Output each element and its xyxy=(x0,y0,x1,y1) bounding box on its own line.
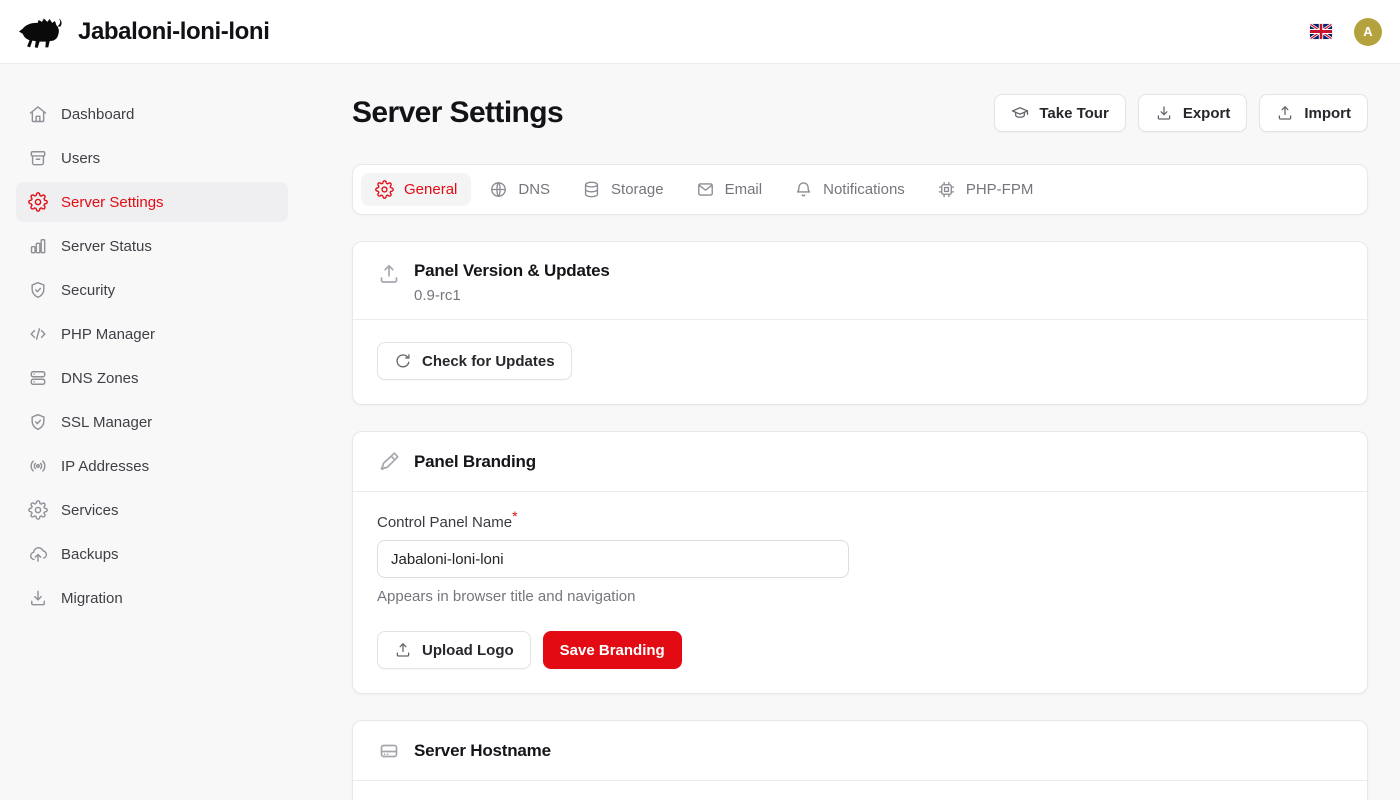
tab-label: General xyxy=(404,181,457,198)
sidebar-item-label: IP Addresses xyxy=(61,458,149,475)
shield-check-icon xyxy=(28,412,48,432)
upload-logo-label: Upload Logo xyxy=(422,642,514,659)
sidebar-item-server-settings[interactable]: Server Settings xyxy=(16,182,288,222)
button-label: Import xyxy=(1304,105,1351,122)
sidebar-item-label: Users xyxy=(61,150,100,167)
cloud-upload-icon xyxy=(28,544,48,564)
download-icon xyxy=(1155,104,1173,122)
hard-drive-icon xyxy=(377,739,401,763)
page-title: Server Settings xyxy=(352,96,563,130)
tab-dns[interactable]: DNS xyxy=(475,173,564,206)
sidebar-item-label: Dashboard xyxy=(61,106,134,123)
check-for-updates-button[interactable]: Check for Updates xyxy=(377,342,572,380)
tab-label: Storage xyxy=(611,181,664,198)
button-label: Take Tour xyxy=(1039,105,1108,122)
card-title: Panel Version & Updates xyxy=(414,261,610,281)
tab-label: Email xyxy=(725,181,763,198)
sidebar-item-migration[interactable]: Migration xyxy=(16,578,288,618)
tab-label: PHP-FPM xyxy=(966,181,1034,198)
check-for-updates-label: Check for Updates xyxy=(422,353,555,370)
control-panel-name-input[interactable] xyxy=(377,540,849,578)
main-content: Server Settings Take Tour Export Import Ge… xyxy=(304,64,1400,800)
upload-icon xyxy=(377,262,401,286)
sidebar-item-ip-addresses[interactable]: IP Addresses xyxy=(16,446,288,486)
sidebar-item-label: Server Status xyxy=(61,238,152,255)
server-stack-icon xyxy=(28,368,48,388)
sidebar-item-server-status[interactable]: Server Status xyxy=(16,226,288,266)
tab-php-fpm[interactable]: PHP-FPM xyxy=(923,173,1048,206)
required-asterisk: * xyxy=(512,508,517,524)
upload-logo-button[interactable]: Upload Logo xyxy=(377,631,531,669)
sidebar-item-services[interactable]: Services xyxy=(16,490,288,530)
export-button[interactable]: Export xyxy=(1138,94,1248,132)
sidebar-item-label: Migration xyxy=(61,590,123,607)
tab-label: DNS xyxy=(518,181,550,198)
card-title: Panel Branding xyxy=(414,452,536,472)
upload-icon xyxy=(1276,104,1294,122)
tab-general[interactable]: General xyxy=(361,173,471,206)
app-header: Jabaloni-loni-loni A xyxy=(0,0,1400,64)
sidebar-item-backups[interactable]: Backups xyxy=(16,534,288,574)
sidebar-item-ssl-manager[interactable]: SSL Manager xyxy=(16,402,288,442)
refresh-icon xyxy=(394,352,412,370)
app-title: Jabaloni-loni-loni xyxy=(78,18,269,46)
import-button[interactable]: Import xyxy=(1259,94,1368,132)
control-panel-name-helper: Appears in browser title and navigation xyxy=(377,588,1343,605)
radio-icon xyxy=(28,456,48,476)
archive-icon xyxy=(28,148,48,168)
shield-check-icon xyxy=(28,280,48,300)
button-label: Export xyxy=(1183,105,1231,122)
upload-icon xyxy=(394,641,412,659)
page-actions: Take Tour Export Import xyxy=(994,94,1368,132)
sidebar-item-label: Security xyxy=(61,282,115,299)
tab-notifications[interactable]: Notifications xyxy=(780,173,919,206)
sidebar-item-label: SSL Manager xyxy=(61,414,152,431)
graduation-cap-icon xyxy=(1011,104,1029,122)
sidebar-item-label: DNS Zones xyxy=(61,370,139,387)
download-icon xyxy=(28,588,48,608)
card-title: Server Hostname xyxy=(414,741,551,761)
mail-icon xyxy=(696,180,715,199)
tab-label: Notifications xyxy=(823,181,905,198)
bell-icon xyxy=(794,180,813,199)
sidebar-item-dns-zones[interactable]: DNS Zones xyxy=(16,358,288,398)
sidebar-item-dashboard[interactable]: Dashboard xyxy=(16,94,288,134)
globe-icon xyxy=(489,180,508,199)
gear-icon xyxy=(375,180,394,199)
save-branding-button[interactable]: Save Branding xyxy=(543,631,682,669)
cpu-icon xyxy=(937,180,956,199)
save-branding-label: Save Branding xyxy=(560,642,665,659)
uk-flag-icon[interactable] xyxy=(1310,24,1332,39)
sidebar-item-label: Backups xyxy=(61,546,119,563)
sidebar-item-label: Server Settings xyxy=(61,194,164,211)
sidebar: Dashboard Users Server Settings Server Stat… xyxy=(0,64,304,800)
database-icon xyxy=(582,180,601,199)
take-tour-button[interactable]: Take Tour xyxy=(994,94,1125,132)
gear-icon xyxy=(28,192,48,212)
panel-branding-card: Panel Branding Control Panel Name* Appea… xyxy=(352,431,1368,694)
gear-icon xyxy=(28,500,48,520)
home-icon xyxy=(28,104,48,124)
sidebar-item-security[interactable]: Security xyxy=(16,270,288,310)
paintbrush-icon xyxy=(377,450,401,474)
sidebar-item-php-manager[interactable]: PHP Manager xyxy=(16,314,288,354)
sidebar-item-label: PHP Manager xyxy=(61,326,155,343)
server-hostname-card: Server Hostname Hostname* xyxy=(352,720,1368,800)
sidebar-item-label: Services xyxy=(61,502,119,519)
avatar[interactable]: A xyxy=(1354,18,1382,46)
bar-chart-icon xyxy=(28,236,48,256)
settings-tabs: General DNS Storage Email Notifications PHP-F… xyxy=(352,164,1368,215)
panel-version-value: 0.9-rc1 xyxy=(414,287,610,304)
code-icon xyxy=(28,324,48,344)
panel-version-card: Panel Version & Updates 0.9-rc1 Check fo… xyxy=(352,241,1368,405)
sidebar-item-users[interactable]: Users xyxy=(16,138,288,178)
control-panel-name-label: Control Panel Name* xyxy=(377,514,518,531)
boar-logo-icon xyxy=(18,12,66,52)
tab-email[interactable]: Email xyxy=(682,173,777,206)
tab-storage[interactable]: Storage xyxy=(568,173,678,206)
